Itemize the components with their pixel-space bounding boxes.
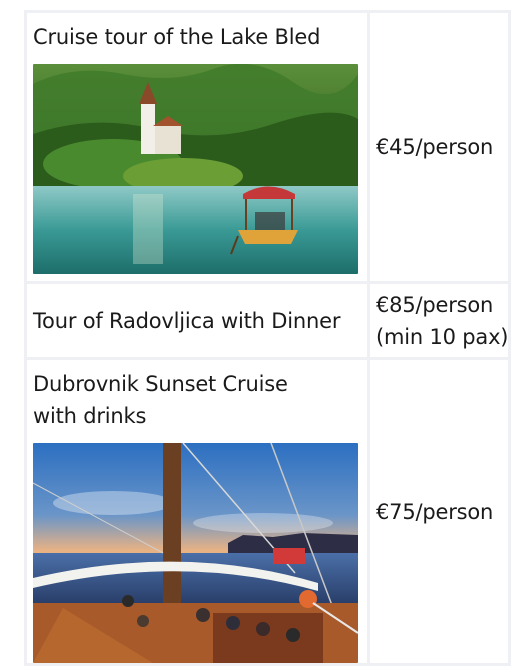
tour-title-line1: Dubrovnik Sunset Cruise <box>33 372 288 396</box>
price-note: (min 10 pax) <box>376 324 509 349</box>
price-text: €75/person <box>376 499 494 524</box>
lake-bled-boat-photo <box>33 64 358 274</box>
sunset-sailboat-photo <box>33 443 358 663</box>
tour-cell: Cruise tour of the Lake Bled <box>24 10 370 284</box>
tour-price: €45/person <box>366 10 512 284</box>
price-text: €85/person <box>376 292 494 317</box>
table-row: Cruise tour of the Lake Bled €45/person <box>24 10 512 284</box>
table-row: Dubrovnik Sunset Cruise with drinks €75/… <box>24 357 512 666</box>
tour-price: €85/person (min 10 pax) <box>366 281 512 360</box>
tour-title: Tour of Radovljica with Dinner <box>33 308 341 333</box>
tours-table: Cruise tour of the Lake Bled €45/person … <box>24 10 512 666</box>
tour-title: Cruise tour of the Lake Bled <box>33 25 321 49</box>
tour-title-line2: with drinks <box>33 404 147 428</box>
tour-cell: Tour of Radovljica with Dinner <box>24 281 370 360</box>
price-text: €45/person <box>376 135 494 159</box>
tour-price: €75/person <box>366 357 512 666</box>
table-row: Tour of Radovljica with Dinner €85/perso… <box>24 281 512 360</box>
tour-cell: Dubrovnik Sunset Cruise with drinks <box>24 357 370 666</box>
